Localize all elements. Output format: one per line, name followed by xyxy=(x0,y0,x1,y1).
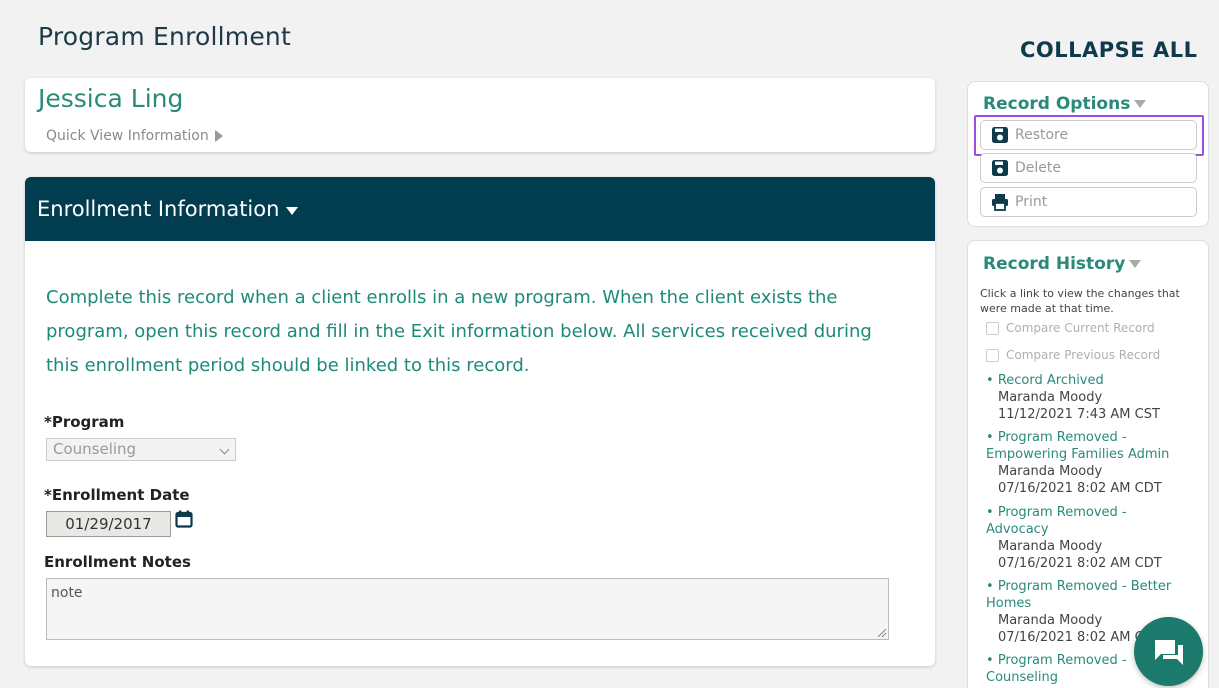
enrollment-notes-label: Enrollment Notes xyxy=(44,553,191,571)
history-entry-time: 07/16/2021 8:02 AM CDT xyxy=(998,556,1162,571)
history-link-text: Program Removed - xyxy=(997,430,1127,445)
history-entry-user: Maranda Moody xyxy=(998,464,1103,479)
record-options-title: Record Options xyxy=(983,94,1131,114)
history-entry: • Program Removed - Advocacy Maranda Moo… xyxy=(986,504,1206,572)
checkbox[interactable] xyxy=(986,348,999,362)
delete-label: Delete xyxy=(1015,160,1061,176)
chat-icon xyxy=(1154,639,1183,665)
quick-view-toggle[interactable]: Quick View Information xyxy=(46,128,223,144)
caret-down-icon xyxy=(1129,260,1142,268)
record-options-panel: Record Options Restore Delete Print xyxy=(967,81,1209,227)
record-history-title: Record History xyxy=(983,254,1126,274)
history-link-text-continued[interactable]: Homes xyxy=(986,595,1206,612)
enrollment-date-label: *Enrollment Date xyxy=(44,486,190,504)
instruction-line: program, open this record and fill in th… xyxy=(46,321,872,342)
checkbox[interactable] xyxy=(986,321,999,335)
history-entry-link[interactable]: • Program Removed - xyxy=(986,429,1206,446)
chat-button[interactable] xyxy=(1134,617,1203,686)
enrollment-section: Enrollment Information Complete this rec… xyxy=(25,177,935,666)
program-select-value: Counseling xyxy=(53,440,137,458)
history-entry-link[interactable]: • Program Removed - xyxy=(986,504,1206,521)
history-link-text: Program Removed - xyxy=(997,505,1127,520)
history-entry: • Record Archived Maranda Moody 11/12/20… xyxy=(986,372,1206,423)
history-entry-link[interactable]: • Program Removed - Better xyxy=(986,578,1206,595)
restore-button[interactable]: Restore xyxy=(980,120,1197,150)
record-history-help: Click a link to view the changes that we… xyxy=(980,287,1180,315)
history-link-text: Program Removed - xyxy=(997,653,1127,668)
enrollment-section-title: Enrollment Information xyxy=(37,197,280,221)
calendar-icon[interactable] xyxy=(175,510,193,528)
compare-previous-label: Compare Previous Record xyxy=(1006,348,1161,362)
history-entry: • Program Removed - Empowering Families … xyxy=(986,429,1206,497)
enrollment-section-header[interactable]: Enrollment Information xyxy=(25,177,935,241)
instruction-line: this enrollment period should be linked … xyxy=(46,355,530,376)
client-name: Jessica Ling xyxy=(38,84,184,113)
print-button[interactable]: Print xyxy=(980,187,1197,217)
quick-view-label: Quick View Information xyxy=(46,128,209,144)
history-link-text-continued[interactable]: Empowering Families Admin xyxy=(986,446,1206,463)
history-entry-user: Maranda Moody xyxy=(998,390,1103,405)
compare-current-checkbox[interactable]: Compare Current Record xyxy=(986,321,1155,335)
client-card: Jessica Ling Quick View Information xyxy=(25,78,935,152)
program-select[interactable]: Counseling xyxy=(46,438,236,461)
history-entry-time: 11/12/2021 7:43 AM CST xyxy=(998,407,1160,422)
history-link-text: Program Removed - Better xyxy=(997,579,1172,594)
enrollment-date-input[interactable]: 01/29/2017 xyxy=(46,511,171,537)
history-entry-link[interactable]: • Record Archived xyxy=(986,372,1206,389)
history-entry-user: Maranda Moody xyxy=(998,539,1103,554)
compare-current-label: Compare Current Record xyxy=(1006,321,1155,335)
caret-down-icon xyxy=(1134,100,1147,108)
history-entry-time: 07/16/2021 8:02 AM CDT xyxy=(998,481,1162,496)
page-title: Program Enrollment xyxy=(38,22,291,51)
enrollment-notes-textarea[interactable]: note xyxy=(46,578,889,640)
delete-button[interactable]: Delete xyxy=(980,153,1197,183)
enrollment-instructions: Complete this record when a client enrol… xyxy=(46,281,916,383)
enrollment-notes-value: note xyxy=(51,585,83,601)
record-options-toggle[interactable]: Record Options xyxy=(983,94,1147,114)
restore-label: Restore xyxy=(1015,127,1069,143)
printer-icon xyxy=(992,194,1008,211)
resize-handle[interactable] xyxy=(878,629,886,637)
save-icon xyxy=(992,160,1008,176)
save-icon xyxy=(992,127,1008,143)
record-history-toggle[interactable]: Record History xyxy=(983,254,1142,274)
print-label: Print xyxy=(1015,194,1048,210)
compare-previous-checkbox[interactable]: Compare Previous Record xyxy=(986,348,1160,362)
chevron-down-icon xyxy=(219,444,230,455)
history-link-text-continued[interactable]: Advocacy xyxy=(986,521,1206,538)
history-link-text: Record Archived xyxy=(997,373,1104,388)
caret-right-icon xyxy=(214,130,223,142)
caret-down-icon xyxy=(286,206,299,215)
instruction-line: Complete this record when a client enrol… xyxy=(46,287,838,308)
program-label: *Program xyxy=(44,413,125,431)
collapse-all-button[interactable]: COLLAPSE ALL xyxy=(1020,38,1197,62)
